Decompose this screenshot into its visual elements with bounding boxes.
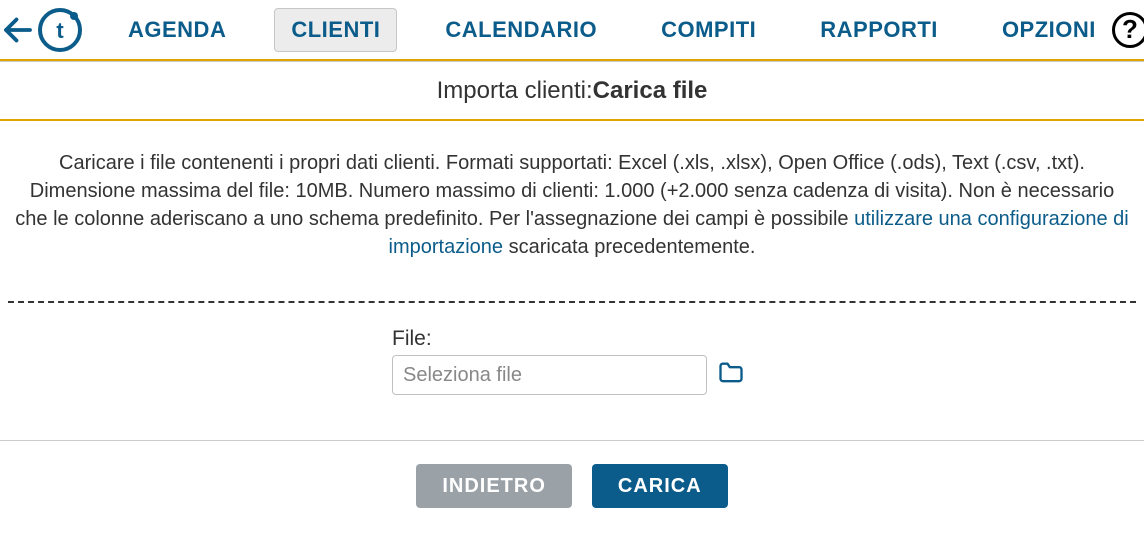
svg-text:t: t <box>56 18 64 43</box>
nav-opzioni[interactable]: OPZIONI <box>986 9 1112 51</box>
page-title-prefix: Importa clienti: <box>437 77 593 105</box>
browse-file-button[interactable] <box>717 359 745 392</box>
button-bar: INDIETRO CARICA <box>0 441 1144 531</box>
back-step-button[interactable]: INDIETRO <box>416 464 572 508</box>
instructions-text-2: scaricata precedentemente. <box>503 236 755 258</box>
topbar: t AGENDA CLIENTI CALENDARIO COMPITI RAPP… <box>0 0 1144 61</box>
page-title-active-step: Carica file <box>593 77 708 105</box>
nav-rapporti[interactable]: RAPPORTI <box>804 9 954 51</box>
file-row: File: <box>392 327 752 395</box>
nav-calendario[interactable]: CALENDARIO <box>429 9 613 51</box>
nav-compiti[interactable]: COMPITI <box>645 9 772 51</box>
load-button[interactable]: CARICA <box>592 464 728 508</box>
nav: AGENDA CLIENTI CALENDARIO COMPITI RAPPOR… <box>84 8 1112 52</box>
arrow-left-icon <box>0 12 36 48</box>
help-button[interactable]: ? <box>1112 12 1144 48</box>
content-scroll[interactable]: Caricare i file contenenti i propri dati… <box>0 121 1144 441</box>
divider <box>8 301 1136 303</box>
folder-icon <box>717 359 745 387</box>
back-button[interactable] <box>0 0 36 60</box>
help-icon: ? <box>1112 12 1144 48</box>
nav-clienti[interactable]: CLIENTI <box>274 8 397 52</box>
logo-icon: t <box>36 6 84 54</box>
nav-agenda[interactable]: AGENDA <box>112 9 242 51</box>
file-label: File: <box>392 327 432 351</box>
file-input[interactable] <box>392 355 707 395</box>
instructions: Caricare i file contenenti i propri dati… <box>0 121 1144 273</box>
page-title: Importa clienti: Carica file <box>0 61 1144 121</box>
app-logo: t <box>36 6 84 54</box>
